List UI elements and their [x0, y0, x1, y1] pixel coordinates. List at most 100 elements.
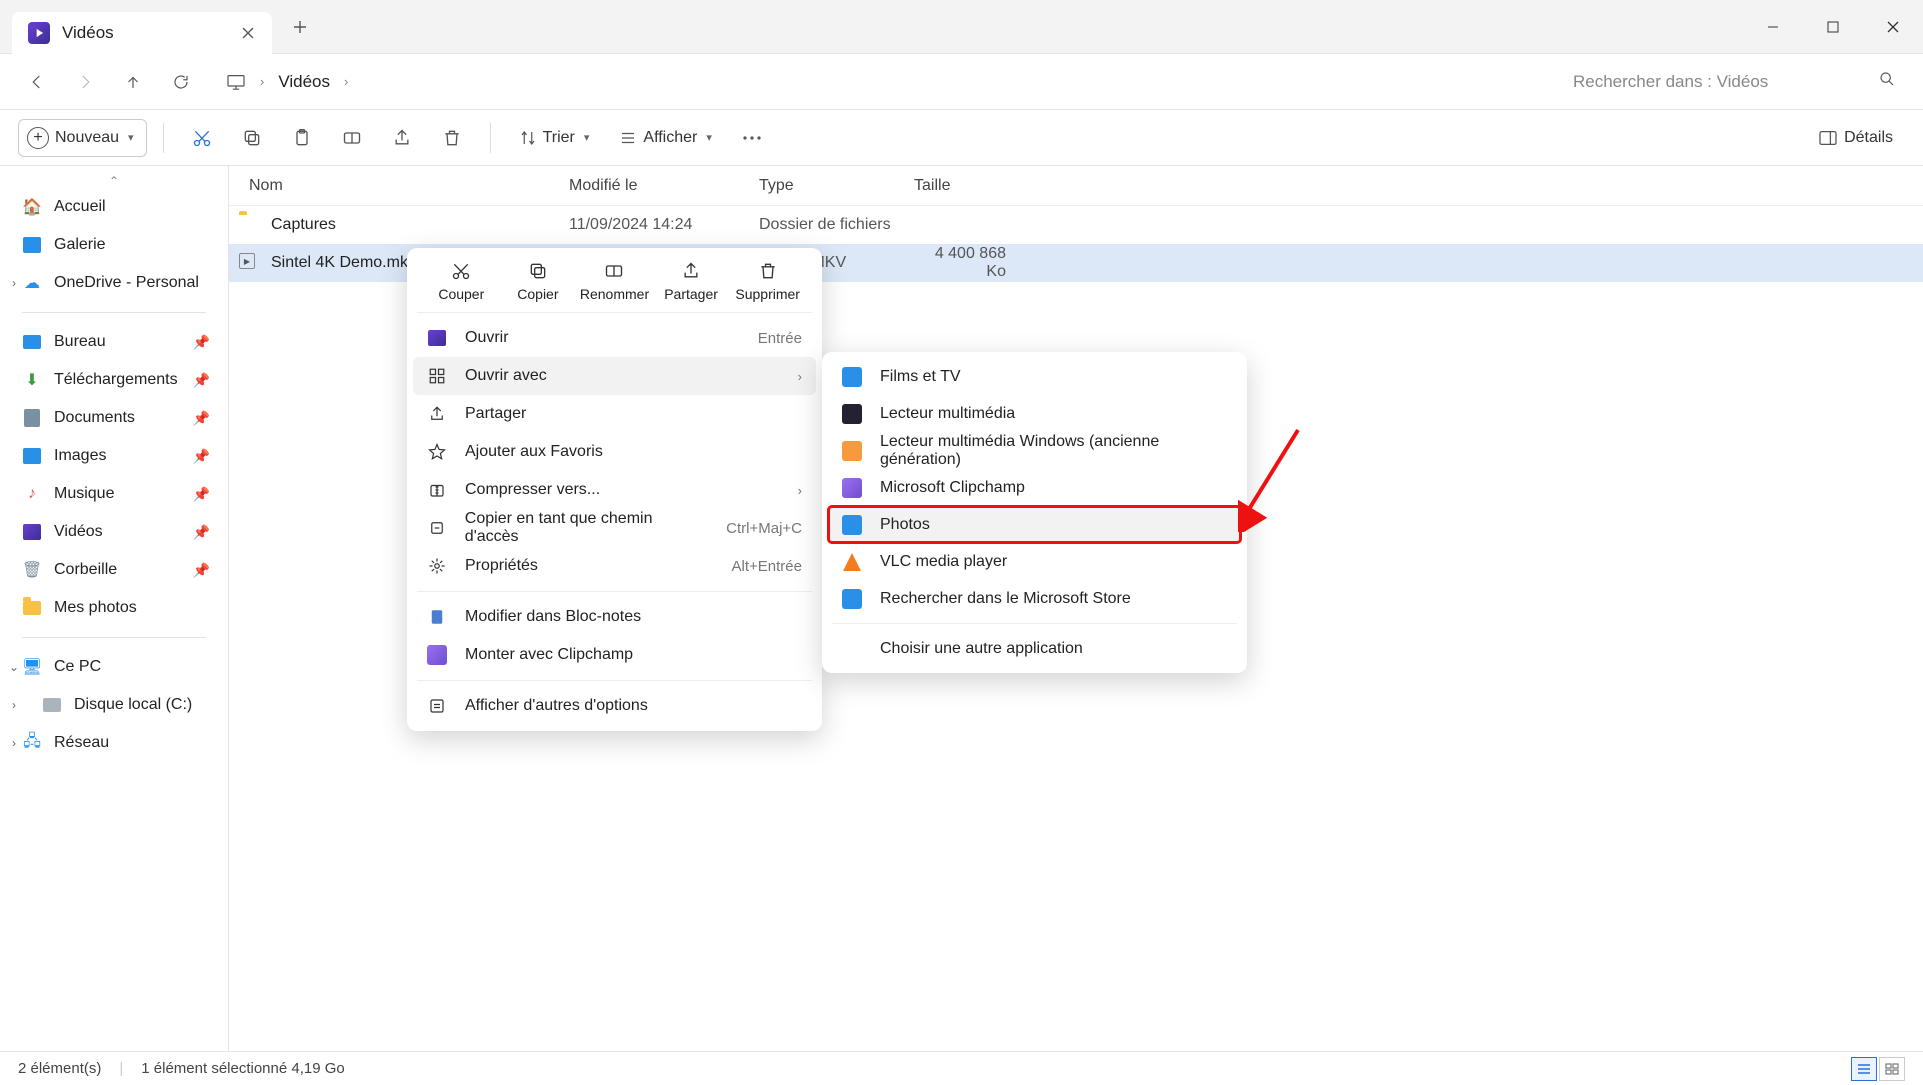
- minimize-button[interactable]: [1743, 7, 1803, 47]
- column-name[interactable]: Nom: [229, 177, 569, 195]
- blank-icon: [842, 639, 862, 659]
- collapse-caret-icon[interactable]: ⌃: [8, 174, 220, 188]
- more-button[interactable]: [730, 119, 774, 157]
- new-tab-button[interactable]: [280, 7, 320, 47]
- refresh-button[interactable]: [158, 62, 204, 102]
- context-share[interactable]: Partager: [655, 260, 727, 302]
- compress-icon: [427, 480, 447, 500]
- view-details-button[interactable]: [1851, 1057, 1877, 1081]
- column-type[interactable]: Type: [759, 177, 914, 195]
- chevron-right-icon[interactable]: ›: [6, 276, 22, 290]
- sidebar: ⌃ 🏠Accueil Galerie ›☁OneDrive - Personal…: [0, 166, 228, 1051]
- openwith-photos[interactable]: Photos: [828, 506, 1241, 543]
- delete-icon: [757, 260, 779, 282]
- back-button[interactable]: [14, 62, 60, 102]
- new-button[interactable]: + Nouveau ▾: [18, 119, 147, 157]
- context-delete[interactable]: Supprimer: [732, 260, 804, 302]
- context-copy[interactable]: Copier: [502, 260, 574, 302]
- clipchamp-icon: [427, 645, 447, 665]
- context-favorites[interactable]: Ajouter aux Favoris: [413, 433, 816, 471]
- file-row[interactable]: Captures 11/09/2024 14:24 Dossier de fic…: [229, 206, 1923, 244]
- sidebar-item-downloads[interactable]: ⬇Téléchargements📌: [8, 361, 220, 399]
- app-icon: [842, 404, 862, 424]
- chevron-right-icon[interactable]: ›: [6, 698, 22, 712]
- sidebar-item-images[interactable]: Images📌: [8, 437, 220, 475]
- sidebar-item-myphotos[interactable]: Mes photos: [8, 589, 220, 627]
- plus-circle-icon: +: [27, 127, 49, 149]
- file-name: Sintel 4K Demo.mkv: [271, 254, 416, 272]
- view-icons-button[interactable]: [1879, 1057, 1905, 1081]
- label: Ouvrir avec: [465, 367, 547, 385]
- search-input[interactable]: Rechercher dans : Vidéos: [1559, 62, 1909, 102]
- sidebar-item-thispc[interactable]: ⌄🖥Ce PC: [8, 648, 220, 686]
- pc-icon: [226, 72, 246, 92]
- sidebar-item-videos[interactable]: Vidéos📌: [8, 513, 220, 551]
- shortcut: Entrée: [758, 330, 802, 347]
- chevron-down-icon[interactable]: ⌄: [6, 660, 22, 674]
- copy-button[interactable]: [230, 119, 274, 157]
- openwith-clipchamp[interactable]: Microsoft Clipchamp: [828, 469, 1241, 506]
- sidebar-item-music[interactable]: ♪Musique📌: [8, 475, 220, 513]
- chevron-right-icon[interactable]: ›: [6, 736, 22, 750]
- context-compress[interactable]: Compresser vers...›: [413, 471, 816, 509]
- column-size[interactable]: Taille: [914, 177, 1014, 195]
- maximize-button[interactable]: [1803, 7, 1863, 47]
- context-rename[interactable]: Renommer: [578, 260, 650, 302]
- sidebar-item-label: Corbeille: [54, 561, 117, 579]
- folder-icon: [22, 598, 42, 618]
- sidebar-item-home[interactable]: 🏠Accueil: [8, 188, 220, 226]
- tab-videos[interactable]: Vidéos: [12, 12, 272, 54]
- sidebar-item-gallery[interactable]: Galerie: [8, 226, 220, 264]
- openwith-store[interactable]: Rechercher dans le Microsoft Store: [828, 580, 1241, 617]
- close-window-button[interactable]: [1863, 7, 1923, 47]
- sidebar-item-trash[interactable]: 🗑Corbeille📌: [8, 551, 220, 589]
- context-cut[interactable]: Couper: [425, 260, 497, 302]
- video-file-icon: [239, 253, 259, 273]
- view-button[interactable]: Afficher ▾: [607, 119, 723, 157]
- sidebar-item-onedrive[interactable]: ›☁OneDrive - Personal: [8, 264, 220, 302]
- chevron-down-icon: ▾: [706, 131, 712, 144]
- context-edit-notepad[interactable]: Modifier dans Bloc-notes: [413, 598, 816, 636]
- openwith-vlc[interactable]: VLC media player: [828, 543, 1241, 580]
- view-label: Afficher: [643, 129, 697, 147]
- paste-button[interactable]: [280, 119, 324, 157]
- sidebar-item-documents[interactable]: Documents📌: [8, 399, 220, 437]
- sidebar-item-diskc[interactable]: ›Disque local (C:): [8, 686, 220, 724]
- images-icon: [22, 446, 42, 466]
- context-clipchamp[interactable]: Monter avec Clipchamp: [413, 636, 816, 674]
- details-pane-button[interactable]: Détails: [1806, 119, 1905, 157]
- label: Ajouter aux Favoris: [465, 443, 603, 461]
- share-button[interactable]: [380, 119, 424, 157]
- openwith-media-player[interactable]: Lecteur multimédia: [828, 395, 1241, 432]
- shortcut: Ctrl+Maj+C: [726, 520, 802, 537]
- sort-button[interactable]: Trier ▾: [507, 119, 602, 157]
- column-modified[interactable]: Modifié le: [569, 177, 759, 195]
- address-segment[interactable]: Vidéos: [278, 72, 330, 92]
- openwith-choose-other[interactable]: Choisir une autre application: [828, 630, 1241, 667]
- label: Compresser vers...: [465, 481, 600, 499]
- context-open[interactable]: OuvrirEntrée: [413, 319, 816, 357]
- openwith-wmp-legacy[interactable]: Lecteur multimédia Windows (ancienne gén…: [828, 432, 1241, 469]
- desktop-icon: [22, 332, 42, 352]
- context-properties[interactable]: PropriétésAlt+Entrée: [413, 547, 816, 585]
- cut-button[interactable]: [180, 119, 224, 157]
- address-bar[interactable]: › Vidéos ›: [216, 62, 1547, 102]
- store-icon: [842, 589, 862, 609]
- sidebar-item-network[interactable]: ›🖧Réseau: [8, 724, 220, 762]
- openwith-films-tv[interactable]: Films et TV: [828, 358, 1241, 395]
- context-open-with[interactable]: Ouvrir avec›: [413, 357, 816, 395]
- context-top-actions: Couper Copier Renommer Partager Supprime…: [413, 254, 816, 306]
- label: Films et TV: [880, 368, 961, 386]
- sidebar-item-label: Réseau: [54, 734, 109, 752]
- context-more-options[interactable]: Afficher d'autres d'options: [413, 687, 816, 725]
- forward-button[interactable]: [62, 62, 108, 102]
- label: Lecteur multimédia: [880, 405, 1015, 423]
- sidebar-item-desktop[interactable]: Bureau📌: [8, 323, 220, 361]
- delete-button[interactable]: [430, 119, 474, 157]
- context-copy-path[interactable]: Copier en tant que chemin d'accèsCtrl+Ma…: [413, 509, 816, 547]
- disk-icon: [42, 695, 62, 715]
- up-button[interactable]: [110, 62, 156, 102]
- rename-button[interactable]: [330, 119, 374, 157]
- context-share-item[interactable]: Partager: [413, 395, 816, 433]
- tab-close-button[interactable]: [234, 19, 262, 47]
